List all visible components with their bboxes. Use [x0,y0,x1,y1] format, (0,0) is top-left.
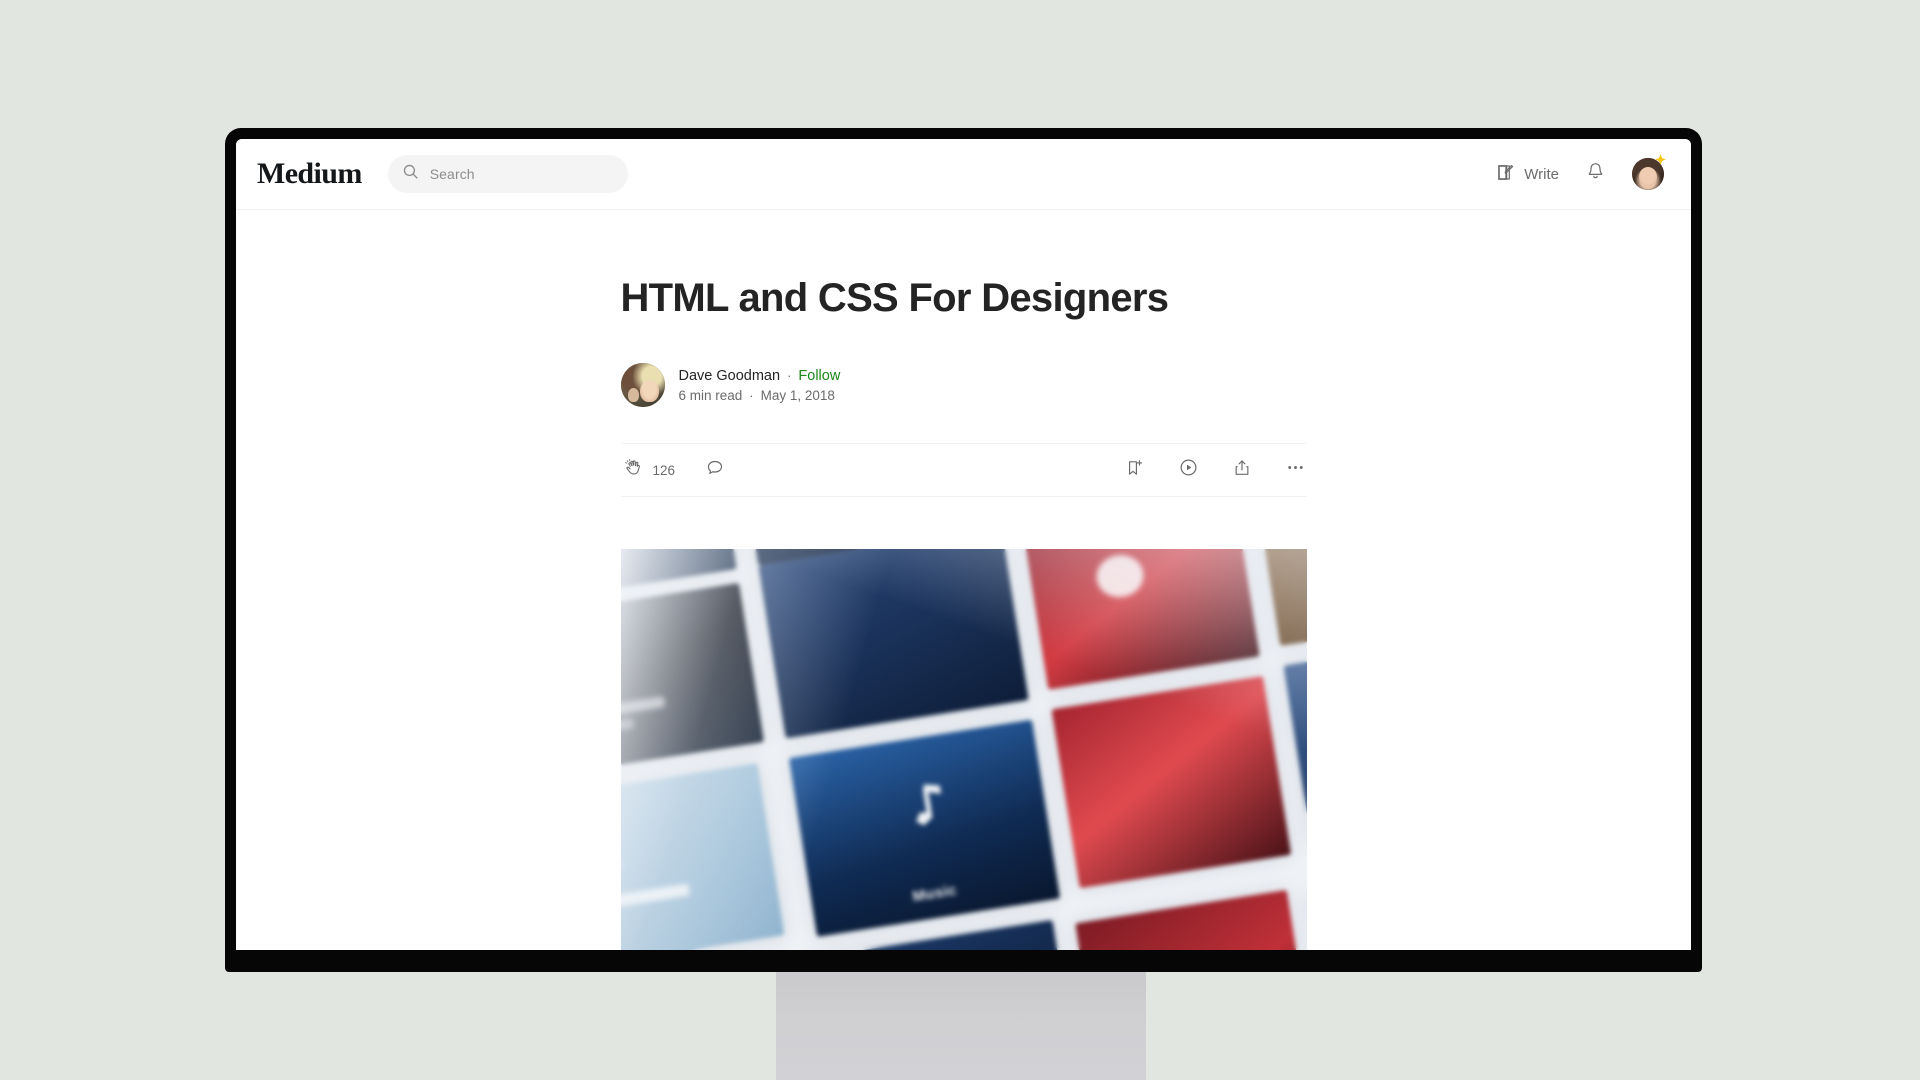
hero-tile [1021,549,1261,690]
search-input[interactable]: Search [387,155,628,193]
sparkle-icon [1653,153,1668,168]
share-button[interactable] [1232,458,1252,483]
byline-separator-2: · [749,387,754,403]
search-placeholder: Search [429,166,475,182]
action-bar-left: 126 [622,457,726,483]
hero-tile [758,549,1030,738]
write-button[interactable]: Write [1496,163,1559,186]
action-bar-right [1125,457,1306,483]
notifications-button[interactable] [1585,161,1606,187]
follow-button[interactable]: Follow [798,368,840,384]
bell-icon [1585,161,1606,187]
write-pencil-icon [1496,163,1515,186]
share-icon [1232,458,1252,483]
byline: Dave Goodman · Follow 6 min read · May 1… [620,363,1307,407]
article-column: HTML and CSS For Designers Dave Goodman … [620,210,1307,950]
hero-tile [620,762,785,950]
comment-button[interactable] [705,458,725,483]
bookmark-button[interactable] [1125,458,1145,483]
hero-tile [1253,549,1307,646]
article-action-bar: 126 [620,443,1307,497]
publish-date: May 1, 2018 [760,387,835,403]
scene-background: Medium Search Write HTML and CSS For Des… [0,0,1920,1080]
header-actions: Write [1496,154,1666,190]
author-name[interactable]: Dave Goodman [679,368,781,384]
listen-button[interactable] [1178,457,1199,483]
medium-header: Medium Search Write [236,139,1691,210]
medium-logo[interactable]: Medium [257,159,362,189]
hero-tile: Music [789,719,1061,937]
clap-button[interactable]: 126 [622,457,676,483]
clap-count: 126 [652,462,676,478]
monitor-screen: Medium Search Write HTML and CSS For Des… [236,139,1691,950]
hero-image-content: ntary [620,549,1307,950]
hero-tile [1283,632,1307,845]
hero-tile [1052,675,1293,889]
byline-meta-row: 6 min read · May 1, 2018 [679,388,841,403]
more-options-button[interactable] [1285,457,1306,483]
more-horizontal-icon [1285,457,1306,483]
write-label: Write [1524,165,1559,183]
avatar[interactable] [1632,154,1666,190]
byline-author-row: Dave Goodman · Follow [679,368,841,384]
search-icon [402,163,419,185]
article-hero-image: ntary [620,549,1307,950]
hero-tile [620,582,765,794]
author-avatar[interactable] [620,363,665,407]
byline-text: Dave Goodman · Follow 6 min read · May 1… [679,368,841,403]
play-circle-icon [1178,457,1199,483]
read-time: 6 min read [678,387,743,403]
comment-icon [705,458,725,483]
monitor-stand [776,970,1146,1080]
page-title: HTML and CSS For Designers [620,276,1170,320]
hero-tile [1075,889,1307,950]
article-container: HTML and CSS For Designers Dave Goodman … [236,210,1691,950]
monitor-bezel: Medium Search Write HTML and CSS For Des… [225,128,1702,972]
byline-separator-1: · [787,368,792,383]
clap-icon [622,457,643,483]
hero-tile-label: Music [911,880,959,905]
bookmark-add-icon [1125,458,1145,483]
